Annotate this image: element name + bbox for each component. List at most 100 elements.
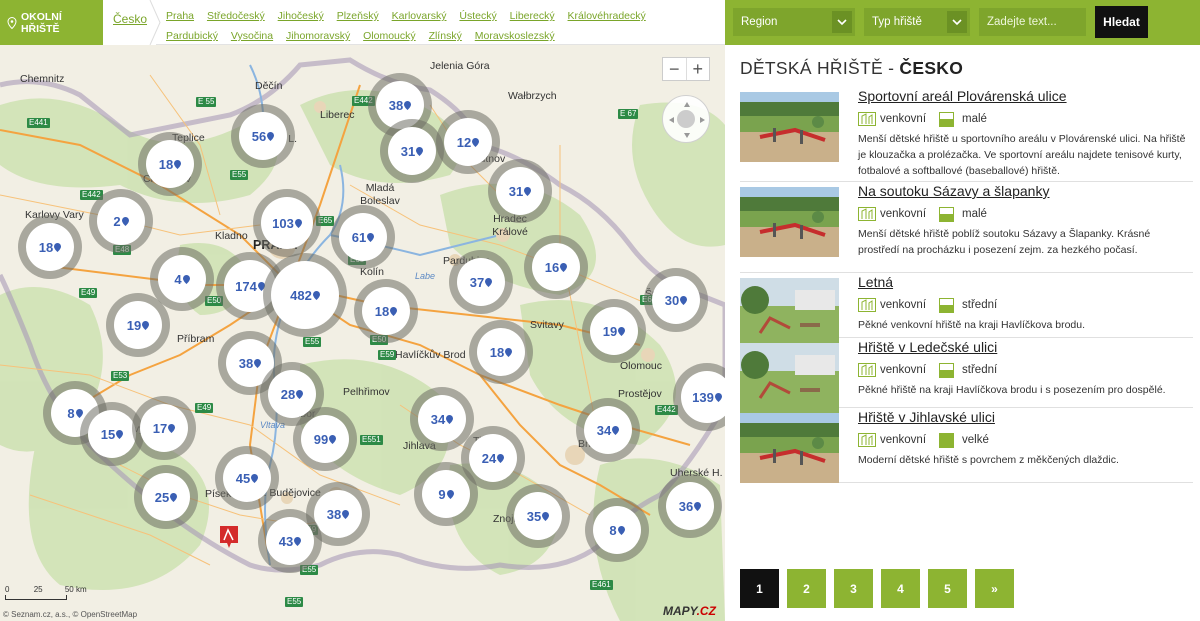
cluster-count: 31 xyxy=(400,143,416,159)
playground-cluster-marker[interactable]: 19 xyxy=(582,299,646,363)
scale-unit: km xyxy=(75,585,87,594)
playground-cluster-marker[interactable]: 37 xyxy=(449,250,513,314)
region-link[interactable]: Praha xyxy=(166,10,194,22)
nearby-playgrounds-button[interactable]: OKOLNÍ HŘIŠTĚ xyxy=(0,0,103,45)
page-button[interactable]: 2 xyxy=(787,569,826,608)
cluster-count-badge: 99 xyxy=(301,415,349,463)
region-link[interactable]: Moravskoslezský xyxy=(475,30,555,42)
region-select[interactable]: Region xyxy=(733,8,855,36)
cluster-count-badge: 18 xyxy=(146,140,194,188)
type-select[interactable]: Typ hřiště xyxy=(864,8,970,36)
playground-thumbnail[interactable] xyxy=(740,413,839,483)
pin-icon xyxy=(142,320,150,330)
playground-cluster-marker[interactable]: 35 xyxy=(506,484,570,548)
playground-cluster-marker[interactable]: 9 xyxy=(414,462,478,526)
playground-cluster-marker[interactable]: 18 xyxy=(138,132,202,196)
type-select-value: Typ hřiště xyxy=(872,16,922,28)
cluster-count: 28 xyxy=(280,386,296,402)
playground-tags: venkovní malé xyxy=(858,111,1193,127)
region-link[interactable]: Jihočeský xyxy=(278,10,324,22)
region-link[interactable]: Zlínský xyxy=(429,30,462,42)
cluster-count-badge: 4 xyxy=(158,255,206,303)
map-place-label: Liberec xyxy=(320,109,355,121)
playground-cluster-marker[interactable]: 18 xyxy=(469,320,533,384)
playground-cluster-marker[interactable]: 482 xyxy=(263,253,347,337)
playground-cluster-marker[interactable]: 103 xyxy=(253,189,321,257)
breadcrumb-country-link[interactable]: Česko xyxy=(113,12,147,26)
search-input[interactable] xyxy=(979,8,1086,36)
cluster-count-badge: 18 xyxy=(477,328,525,376)
playground-details: Hřiště v Ledečské ulici venkovní střední Pě… xyxy=(858,338,1193,398)
map-copyright[interactable]: © Seznam.cz, a.s., © OpenStreetMap xyxy=(3,610,137,619)
playground-cluster-marker[interactable]: 99 xyxy=(293,407,357,471)
outdoor-icon xyxy=(858,207,876,221)
region-link[interactable]: Liberecký xyxy=(510,10,555,22)
next-page-button[interactable]: » xyxy=(975,569,1014,608)
zoom-in-button[interactable]: + xyxy=(687,58,710,80)
search-button[interactable]: Hledat xyxy=(1095,6,1148,38)
playground-title-link[interactable]: Hřiště v Ledečské ulici xyxy=(858,338,1193,356)
cluster-count-badge: 19 xyxy=(590,307,638,355)
region-link[interactable]: Královéhradecký xyxy=(568,10,646,22)
playground-thumbnail[interactable] xyxy=(740,92,839,162)
region-link[interactable]: Vysočina xyxy=(231,30,273,42)
playground-cluster-marker[interactable]: 43 xyxy=(258,509,322,573)
region-link[interactable]: Středočeský xyxy=(207,10,265,22)
mapy-logo[interactable]: MAPY.CZ xyxy=(663,604,716,618)
map-place-label: Svitavy xyxy=(530,319,564,331)
pin-icon xyxy=(416,146,424,156)
page-button[interactable]: 3 xyxy=(834,569,873,608)
playground-thumbnail[interactable] xyxy=(740,187,839,257)
playground-cluster-marker[interactable]: 2 xyxy=(89,189,153,253)
playground-poi-marker-icon[interactable] xyxy=(219,525,239,549)
playground-cluster-marker[interactable]: 12 xyxy=(436,110,500,174)
playground-description: Pěkné hřiště na kraji Havlíčkova brodu i… xyxy=(858,384,1166,396)
playground-cluster-marker[interactable]: 18 xyxy=(18,215,82,279)
region-link[interactable]: Karlovarský xyxy=(392,10,447,22)
cluster-count-badge: 37 xyxy=(457,258,505,306)
playground-cluster-marker[interactable]: 56 xyxy=(231,104,295,168)
playground-cluster-marker[interactable]: 31 xyxy=(380,119,444,183)
region-link[interactable]: Plzeňský xyxy=(337,10,379,22)
playground-title-link[interactable]: Na soutoku Sázavy a šlapanky xyxy=(858,182,1193,200)
playground-title-link[interactable]: Letná xyxy=(858,273,1193,291)
playground-list-item[interactable]: Hřiště v Ledečské ulici venkovní střední Pě… xyxy=(740,338,1193,413)
region-link[interactable]: Jihomoravský xyxy=(286,30,350,42)
zoom-out-button[interactable]: − xyxy=(663,58,687,80)
map-view[interactable]: ChemnitzJelenia GóraWałbrzychDěčínÚstí n… xyxy=(0,45,725,621)
region-link[interactable]: Ústecký xyxy=(459,10,496,22)
page-button[interactable]: 5 xyxy=(928,569,967,608)
playground-cluster-marker[interactable]: 34 xyxy=(576,398,640,462)
page-title-region: ČESKO xyxy=(899,58,964,78)
playground-list-item[interactable]: Letná venkovní střední Pěkné venkovní hřišt… xyxy=(740,273,1193,348)
playground-title-link[interactable]: Sportovní areál Plovárenská ulice xyxy=(858,87,1193,105)
region-link[interactable]: Olomoucký xyxy=(363,30,416,42)
cluster-count: 34 xyxy=(596,422,612,438)
playground-cluster-marker[interactable]: 16 xyxy=(524,235,588,299)
playground-cluster-marker[interactable]: 45 xyxy=(215,446,279,510)
playground-title-link[interactable]: Hřiště v Jihlavské ulici xyxy=(858,408,1193,426)
playground-list-item[interactable]: Na soutoku Sázavy a šlapanky venkovní malé… xyxy=(740,182,1193,273)
playground-cluster-marker[interactable]: 25 xyxy=(134,465,198,529)
map-pan-control[interactable] xyxy=(662,95,710,143)
page-button[interactable]: 4 xyxy=(881,569,920,608)
playground-cluster-marker[interactable]: 36 xyxy=(658,474,722,538)
playground-thumbnail[interactable] xyxy=(740,343,839,413)
playground-cluster-marker[interactable]: 61 xyxy=(331,205,395,269)
cluster-count: 19 xyxy=(602,323,618,339)
playground-cluster-marker[interactable]: 17 xyxy=(132,396,196,460)
playground-list-item[interactable]: Hřiště v Jihlavské ulici venkovní velké Mod… xyxy=(740,408,1193,483)
pin-icon xyxy=(367,232,375,242)
playground-details: Na soutoku Sázavy a šlapanky venkovní malé… xyxy=(858,182,1193,258)
playground-cluster-marker[interactable]: 30 xyxy=(644,268,708,332)
playground-cluster-marker[interactable]: 19 xyxy=(106,293,170,357)
playground-cluster-marker[interactable]: 8 xyxy=(585,498,649,562)
cluster-count: 16 xyxy=(544,259,560,275)
playground-cluster-marker[interactable]: 18 xyxy=(354,279,418,343)
pan-center-knob[interactable] xyxy=(677,110,695,128)
playground-cluster-marker[interactable]: 31 xyxy=(488,159,552,223)
region-link[interactable]: Pardubický xyxy=(166,30,218,42)
pin-icon xyxy=(505,347,513,357)
playground-list-item[interactable]: Sportovní areál Plovárenská ulice venkovn… xyxy=(740,87,1193,182)
page-button[interactable]: 1 xyxy=(740,569,779,608)
